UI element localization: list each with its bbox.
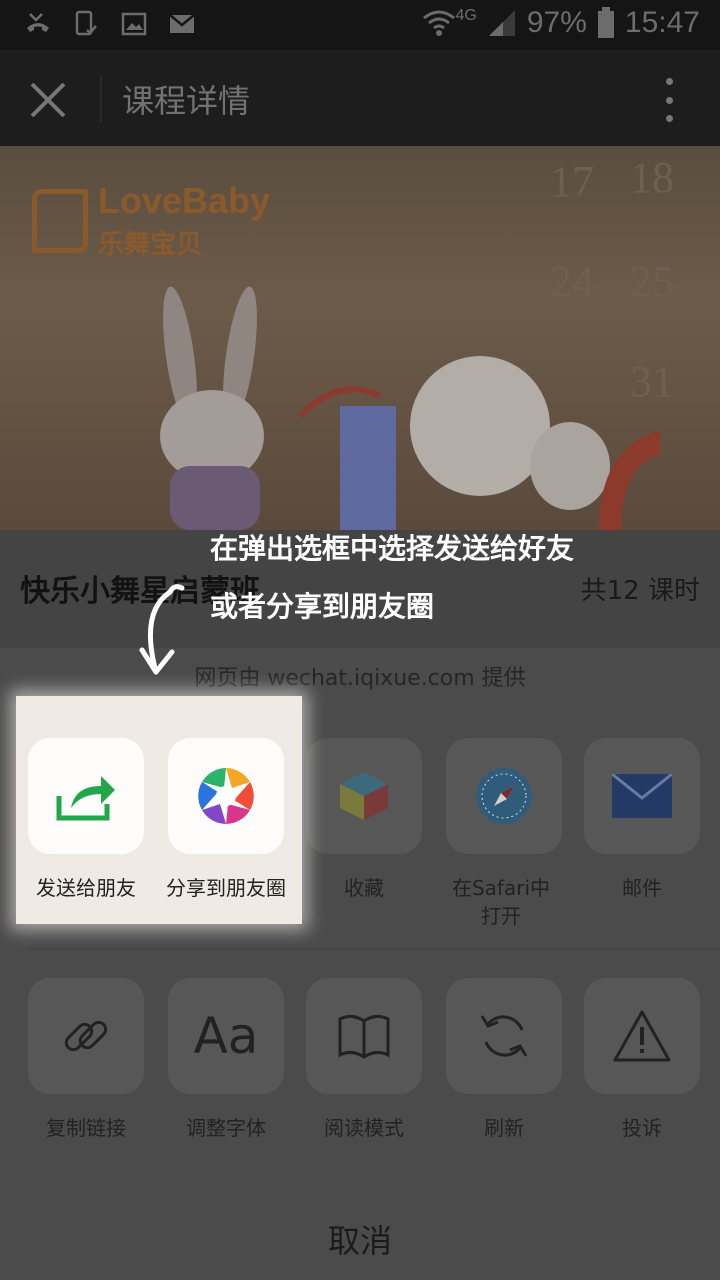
toy-figures-illustration [160,286,660,530]
page-title: 课程详情 [122,82,251,120]
logo-mark [32,188,88,253]
hand-drawn-arrow [139,584,185,675]
signal-icon [488,10,515,36]
action-label: 复制链接 [46,1116,126,1140]
link-icon [28,978,144,1094]
action-font-size[interactable]: Aa 调整字体 [168,978,284,1142]
action-reading-mode[interactable]: 阅读模式 [306,978,422,1142]
action-label: 阅读模式 [324,1116,404,1140]
phone-check-icon [75,10,97,36]
share-to-moments-label: 分享到朋友圈 [166,876,286,900]
instruction-line-1: 在弹出选框中选择发送给好友 [210,532,575,565]
close-icon[interactable] [28,80,68,120]
action-refresh[interactable]: 刷新 [446,978,562,1142]
share-item-label: 邮件 [622,876,662,900]
send-to-friend-label: 发送给朋友 [36,876,136,900]
action-row: 复制链接 Aa 调整字体 阅读模式 刷新 投诉 [0,978,720,1178]
image-icon [121,12,147,36]
nav-bar: 课程详情 [0,50,720,146]
email-icon [169,14,195,33]
calendar-number: 17 [550,157,594,206]
logo-text-en: LoveBaby [98,180,271,221]
highlight-box: 发送给朋友 分享到朋友圈 [16,696,302,924]
share-item-label: 收藏 [344,876,384,900]
logo-text-cn: 乐舞宝贝 [98,230,203,260]
share-item-safari[interactable]: 在Safari中打开 [446,738,562,930]
row-divider [28,948,720,950]
action-copy-link[interactable]: 复制链接 [28,978,144,1142]
calendar-number: 18 [630,153,674,202]
network-type: 4G [455,7,477,24]
battery-percent: 97% [526,6,587,39]
clock: 15:47 [624,6,700,39]
action-label: 投诉 [622,1116,662,1140]
warning-icon [584,978,700,1094]
share-item-mail[interactable]: 邮件 [584,738,700,902]
share-item-label: 在Safari中打开 [451,876,551,928]
share-arrow-icon [28,738,144,854]
send-to-friend-button[interactable]: 发送给朋友 [28,738,144,901]
course-banner-image: LoveBaby 乐舞宝贝 17 18 24 25 31 [0,146,720,530]
instruction-line-2: 或者分享到朋友圈 [210,590,435,623]
mail-icon [584,738,700,854]
wifi-icon [422,10,455,36]
font-icon: Aa [168,978,284,1094]
status-right: 4G 97% 15:47 [422,6,700,40]
safari-compass-icon [446,738,562,854]
notification-icons [24,10,196,38]
brand-logo: LoveBaby 乐舞宝贝 [32,180,270,261]
favorite-cube-icon [306,738,422,854]
more-menu-icon[interactable] [664,78,674,122]
nav-divider [100,76,102,122]
status-bar: 4G 97% 15:47 [0,0,720,50]
action-label: 调整字体 [186,1116,266,1140]
instruction-annotation: 在弹出选框中选择发送给好友 或者分享到朋友圈 [210,520,574,636]
action-label: 刷新 [484,1116,524,1140]
refresh-icon [446,978,562,1094]
provider-text: 网页由 wechat.iqixue.com 提供 [194,666,526,691]
missed-call-icon [27,13,49,32]
share-item-favorite[interactable]: 收藏 [306,738,422,902]
share-to-moments-button[interactable]: 分享到朋友圈 [166,738,286,901]
battery-icon [597,7,614,38]
cancel-button[interactable]: 取消 [0,1216,720,1262]
course-hours: 共12 课时 [580,576,700,606]
book-icon [306,978,422,1094]
moments-icon [168,738,284,854]
action-report[interactable]: 投诉 [584,978,700,1142]
